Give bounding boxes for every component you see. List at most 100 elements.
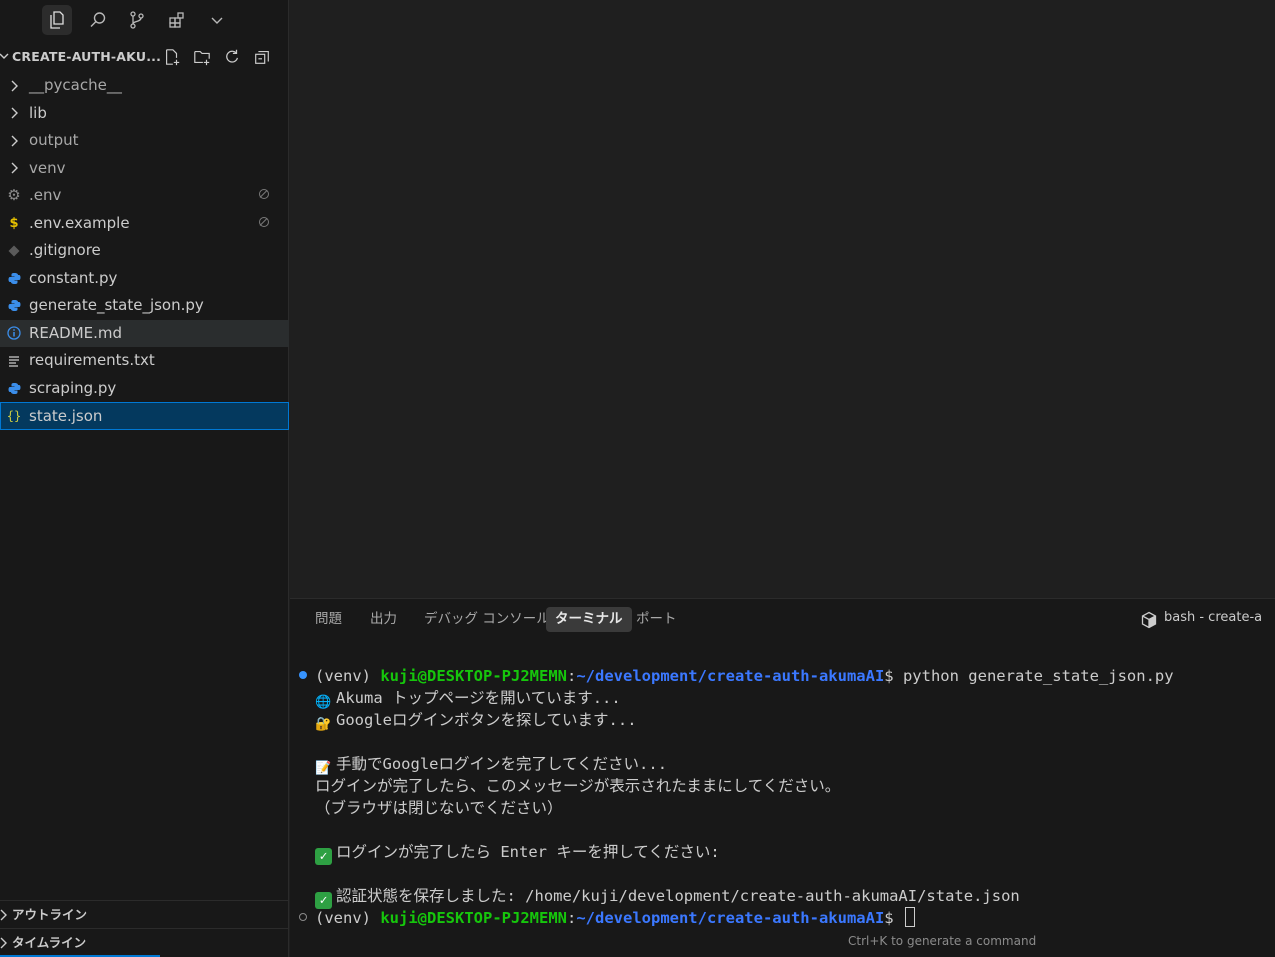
file-tree: __pycache__ lib output venv ⚙ .env $ .en…: [0, 72, 289, 430]
file-gitignore[interactable]: .gitignore: [0, 237, 289, 265]
new-file-icon[interactable]: [162, 47, 182, 67]
folder-lib[interactable]: lib: [0, 100, 289, 128]
output-line: 📝 手動でGoogleログインを完了してください...: [315, 753, 667, 776]
text-file-icon: [5, 347, 23, 374]
lock-key-icon: 🔐: [315, 717, 332, 732]
chevron-right-icon: [0, 937, 7, 949]
terminal-cursor[interactable]: [904, 907, 915, 927]
command-success-decoration[interactable]: [299, 671, 307, 679]
folder-output[interactable]: output: [0, 127, 289, 155]
output-text: 認証状態を保存しました: /home/kuji/development/crea…: [336, 887, 1020, 905]
bottom-panel: 問題 出力 デバッグ コンソール ターミナル ポート bash - create…: [290, 598, 1275, 957]
prompt-char: $: [884, 909, 894, 927]
prompt-colon: :: [566, 667, 577, 685]
explorer-header[interactable]: CREATE-AUTH-AKU...: [0, 44, 289, 70]
sidebar: CREATE-AUTH-AKU... __pycache__ lib outpu…: [0, 0, 289, 957]
collapse-all-icon[interactable]: [252, 47, 272, 67]
new-folder-icon[interactable]: [192, 47, 212, 67]
output-line: （ブラウザは閉じないでください）: [315, 797, 563, 819]
file-state-json[interactable]: {} state.json: [0, 402, 289, 430]
output-text: Googleログインボタンを探しています...: [336, 711, 637, 729]
cwd-path: ~/development/create-auth-akumaAI: [576, 909, 885, 927]
tab-output[interactable]: 出力: [361, 607, 406, 632]
venv-label: (venv): [315, 667, 371, 685]
refresh-icon[interactable]: [222, 47, 242, 67]
output-line: ログインが完了したら、このメッセージが表示されたままにしてください。: [315, 775, 840, 797]
info-icon: [5, 320, 23, 347]
tree-item-label: lib: [29, 103, 47, 122]
dollar-icon: $: [9, 215, 19, 231]
source-control-icon[interactable]: [122, 5, 152, 35]
command-pending-decoration[interactable]: [299, 913, 307, 921]
panel-tabs: 問題 出力 デバッグ コンソール ターミナル ポート bash - create…: [290, 599, 1275, 643]
file-requirements-txt[interactable]: requirements.txt: [0, 347, 289, 375]
output-text: ログインが完了したら Enter キーを押してください:: [336, 843, 720, 861]
ignored-icon: [259, 216, 269, 227]
tab-terminal[interactable]: ターミナル: [546, 607, 632, 632]
folder-venv[interactable]: venv: [0, 155, 289, 183]
chevron-right-icon: [5, 100, 23, 127]
file-constant-py[interactable]: constant.py: [0, 265, 289, 293]
user-host: kuji@DESKTOP-PJ2MEMN: [380, 667, 567, 685]
prompt-colon: :: [566, 909, 577, 927]
tree-item-label: state.json: [29, 407, 103, 425]
outline-section[interactable]: アウトライン: [0, 900, 289, 928]
git-icon: [5, 237, 23, 264]
python-icon: [5, 265, 23, 292]
terminal-name: bash - create-a: [1164, 610, 1263, 625]
extensions-icon[interactable]: [162, 5, 192, 35]
chevron-right-icon: [5, 127, 23, 154]
command-text: python generate_state_json.py: [893, 667, 1174, 685]
terminal-cube-icon: [1141, 611, 1157, 629]
file-generate-state-json-py[interactable]: generate_state_json.py: [0, 292, 289, 320]
venv-label: (venv): [315, 909, 371, 927]
chevron-down-icon[interactable]: [202, 5, 232, 35]
editor-area[interactable]: [290, 0, 1275, 598]
output-text: ログインが完了したら、このメッセージが表示されたままにしてください。: [315, 777, 841, 795]
explorer-icon[interactable]: [42, 5, 72, 35]
output-text: （ブラウザは閉じないでください）: [315, 799, 563, 817]
user-host: kuji@DESKTOP-PJ2MEMN: [380, 909, 567, 927]
timeline-section[interactable]: タイムライン: [0, 928, 289, 956]
output-line: ✓ 認証状態を保存しました: /home/kuji/development/cre…: [315, 885, 1020, 909]
python-icon: [5, 375, 23, 402]
prompt-char: $: [884, 667, 894, 685]
tab-debug-console[interactable]: デバッグ コンソール: [415, 607, 559, 632]
gear-icon: ⚙: [7, 186, 21, 204]
output-line: 🌐 Akuma トップページを開いています...: [315, 687, 621, 710]
chevron-right-icon: [5, 155, 23, 182]
file-readme-md[interactable]: README.md: [0, 319, 289, 347]
tree-item-label: generate_state_json.py: [29, 296, 204, 314]
prompt-line: (venv) kuji@DESKTOP-PJ2MEMN:~/developmen…: [315, 665, 1174, 687]
explorer-title: CREATE-AUTH-AKU...: [12, 49, 162, 64]
chevron-right-icon: [5, 72, 23, 99]
python-icon: [5, 292, 23, 319]
chevron-right-icon: [0, 909, 7, 921]
command-hint: Ctrl+K to generate a command: [848, 934, 1037, 948]
file-env[interactable]: ⚙ .env: [0, 182, 289, 210]
cwd-path: ~/development/create-auth-akumaAI: [576, 667, 885, 685]
output-line: ✓ ログインが完了したら Enter キーを押してください:: [315, 841, 720, 865]
tree-item-label: venv: [29, 158, 66, 177]
tree-item-label: .env: [29, 186, 62, 204]
prompt-line: (venv) kuji@DESKTOP-PJ2MEMN:~/developmen…: [315, 907, 915, 929]
chevron-down-icon: [0, 53, 9, 59]
search-icon[interactable]: [83, 5, 113, 35]
json-braces-icon: {}: [6, 409, 22, 423]
output-text: Akuma トップページを開いています...: [336, 689, 621, 707]
file-env-example[interactable]: $ .env.example: [0, 210, 289, 238]
tree-item-label: .env.example: [29, 213, 130, 232]
activity-bar: [0, 0, 289, 42]
terminal-selector[interactable]: bash - create-a: [1141, 610, 1263, 629]
tree-item-label: output: [29, 131, 79, 149]
folder-pycache[interactable]: __pycache__: [0, 72, 289, 100]
file-scraping-py[interactable]: scraping.py: [0, 375, 289, 403]
check-icon: ✓: [315, 848, 332, 865]
tab-ports[interactable]: ポート: [627, 607, 686, 632]
tree-item-label: scraping.py: [29, 378, 117, 397]
timeline-label: タイムライン: [12, 935, 87, 950]
tab-problems[interactable]: 問題: [306, 607, 351, 632]
tree-item-label: .gitignore: [29, 241, 101, 259]
tree-item-label: __pycache__: [29, 76, 122, 94]
tree-item-label: constant.py: [29, 268, 118, 287]
